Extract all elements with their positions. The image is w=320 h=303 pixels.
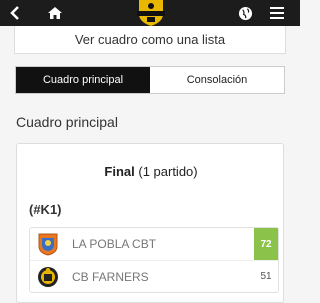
bracket-card: Final (1 partido) (#K1) LA POBLA CBT 72 bbox=[16, 143, 284, 303]
match-code: (#K1) bbox=[29, 202, 62, 217]
team-crest-icon bbox=[36, 265, 60, 289]
team-row[interactable]: CB FARNERS 51 bbox=[30, 260, 278, 292]
view-as-list-link[interactable]: Ver cuadro como una lista bbox=[14, 26, 286, 54]
round-title: Final (1 partido) bbox=[17, 164, 285, 179]
tab-consolation[interactable]: Consolación bbox=[150, 67, 284, 93]
globe-icon[interactable] bbox=[234, 2, 256, 24]
team-score: 51 bbox=[260, 271, 272, 282]
team-name: CB FARNERS bbox=[72, 269, 149, 284]
club-logo-icon[interactable] bbox=[131, 0, 171, 26]
section-title: Cuadro principal bbox=[16, 114, 118, 130]
round-name: Final bbox=[104, 164, 135, 179]
match-box[interactable]: LA POBLA CBT 72 CB FARNERS 51 bbox=[29, 227, 279, 293]
team-score: 72 bbox=[254, 228, 278, 260]
round-match-count: (1 partido) bbox=[138, 164, 198, 179]
top-navigation-bar bbox=[0, 0, 300, 26]
chevron-left-icon[interactable] bbox=[4, 2, 26, 24]
team-crest-icon bbox=[36, 232, 60, 256]
tab-main-bracket[interactable]: Cuadro principal bbox=[16, 67, 150, 93]
home-icon[interactable] bbox=[44, 2, 66, 24]
hamburger-menu-icon[interactable] bbox=[266, 2, 288, 24]
team-name: LA POBLA CBT bbox=[72, 237, 157, 251]
bracket-tabs: Cuadro principal Consolación bbox=[15, 66, 285, 94]
team-row[interactable]: LA POBLA CBT 72 bbox=[30, 228, 278, 260]
